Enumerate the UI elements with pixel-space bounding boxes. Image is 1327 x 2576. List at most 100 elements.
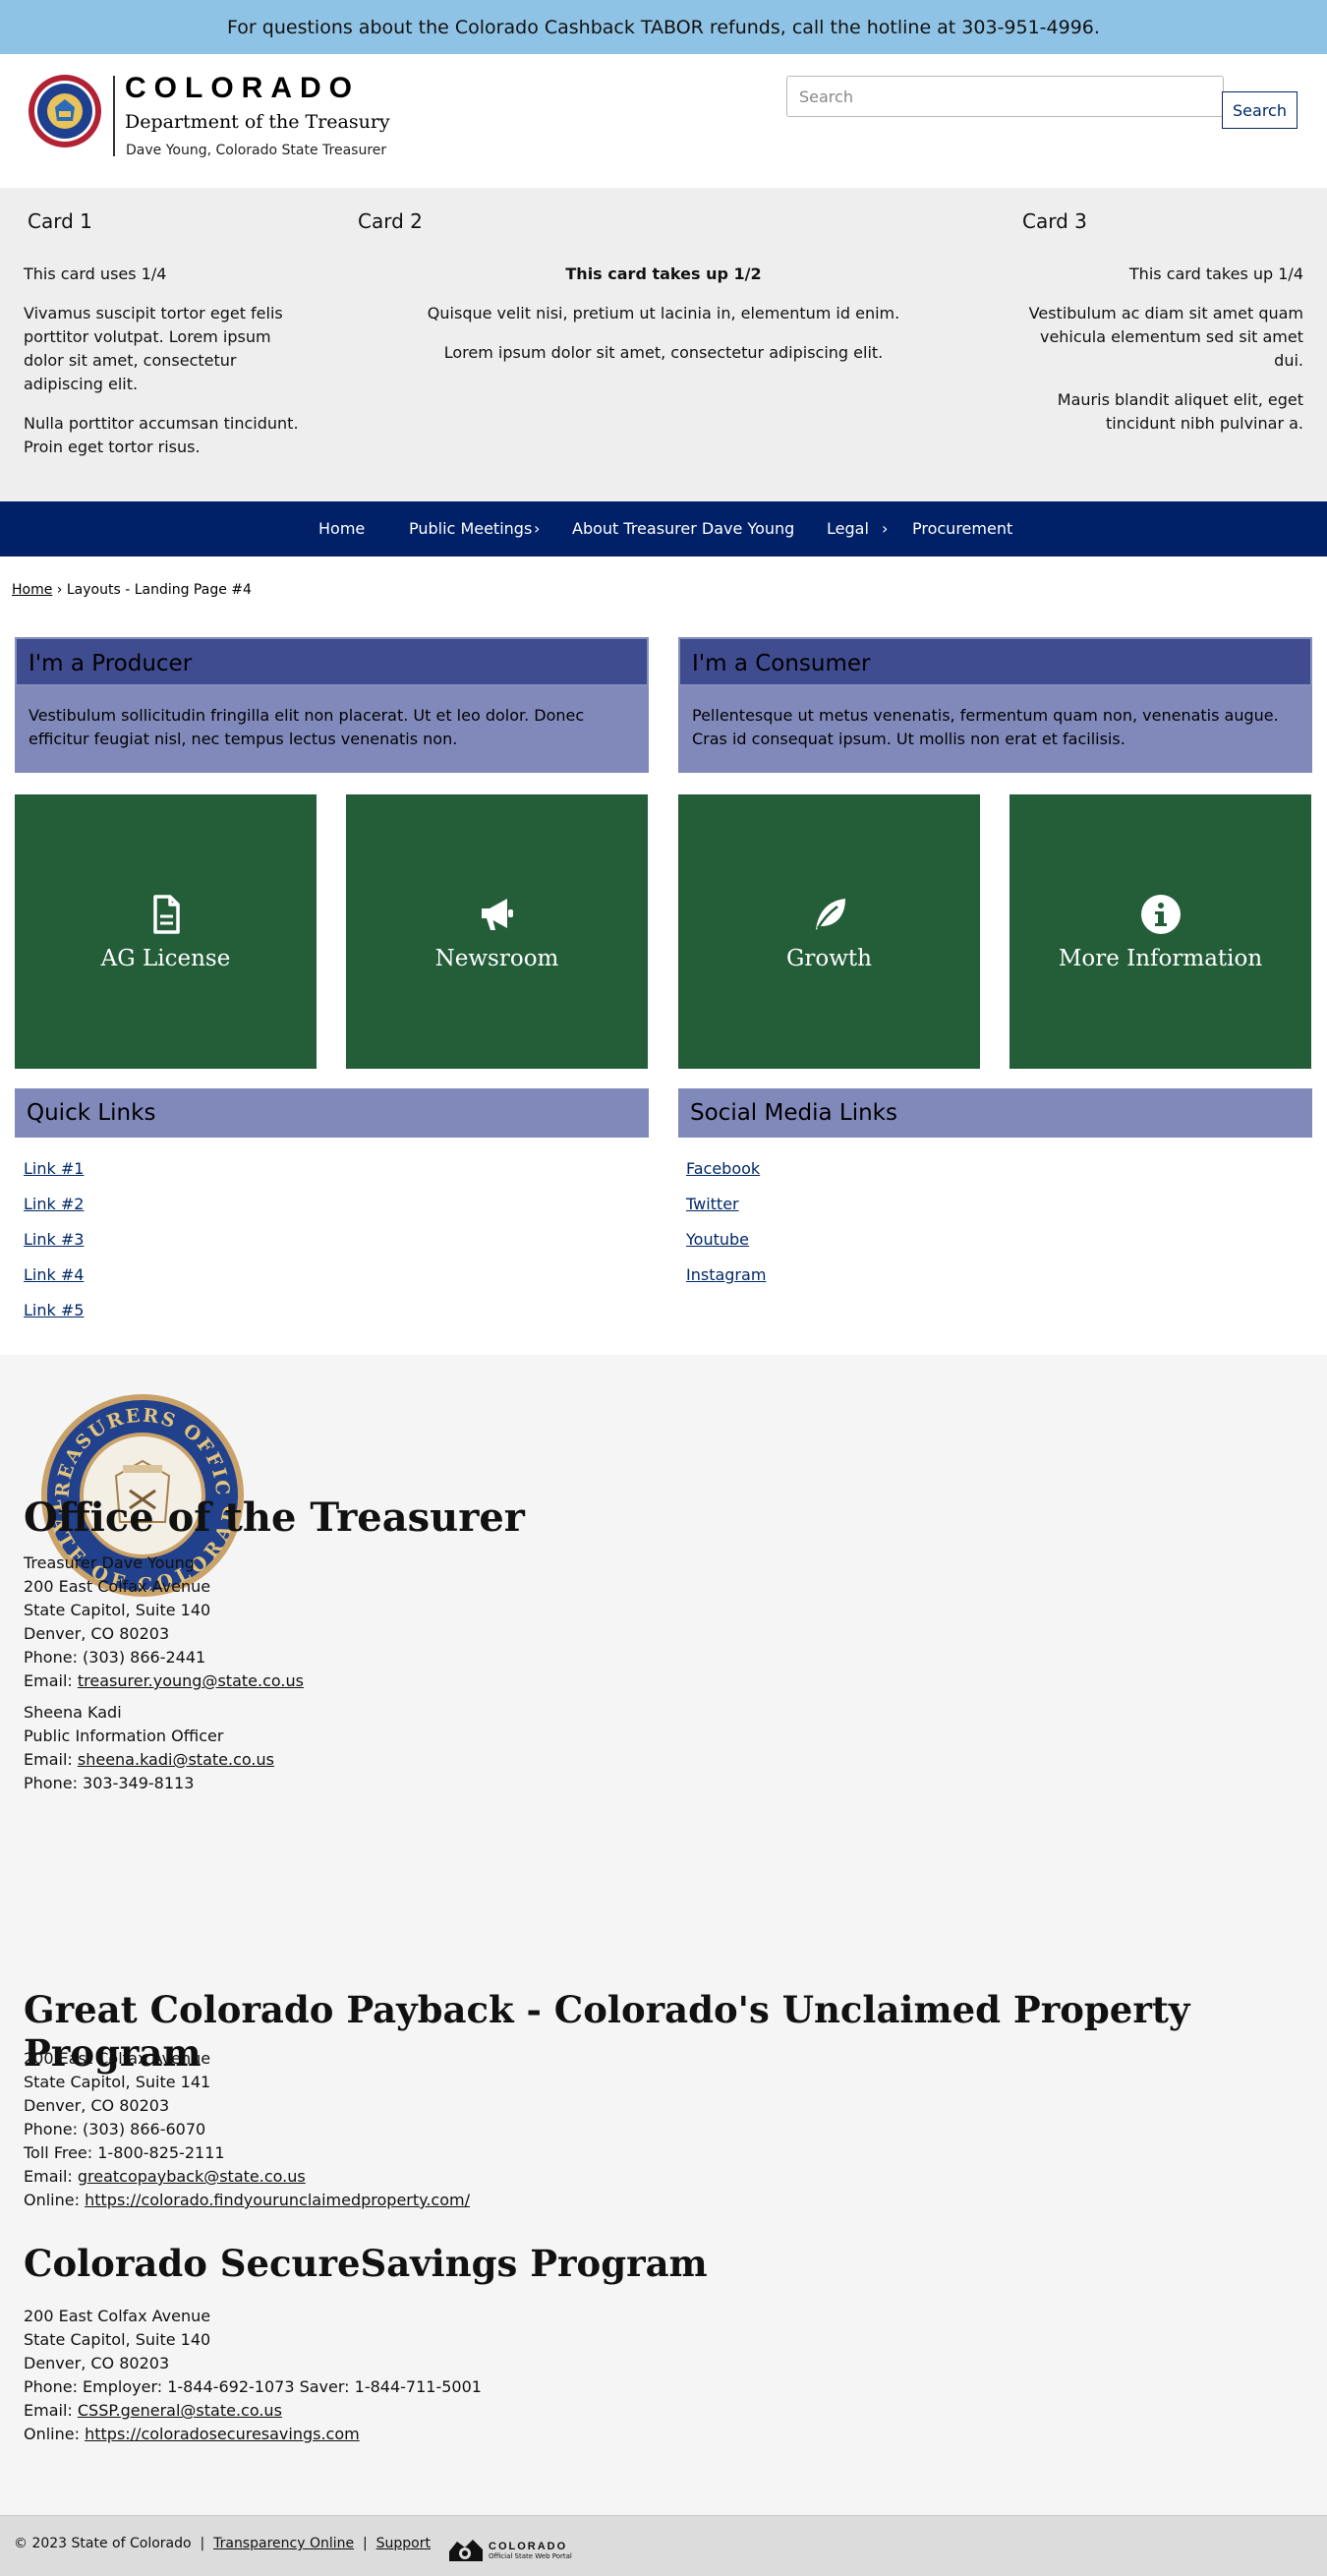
- card-3-para-1: Vestibulum ac diam sit amet quam vehicul…: [1028, 304, 1303, 370]
- breadcrumb-home[interactable]: Home: [12, 582, 52, 598]
- nav-item-legal[interactable]: Legal: [827, 501, 869, 556]
- colorado-c-icon: [449, 2540, 483, 2561]
- phone-line: Phone: (303) 866-6070: [24, 2120, 206, 2138]
- payback-email-link[interactable]: greatcopayback@state.co.us: [78, 2167, 306, 2186]
- card-2-para-2: Lorem ipsum dolor sit amet, consectetur …: [443, 343, 884, 362]
- social-link-youtube[interactable]: Youtube: [686, 1230, 749, 1249]
- producer-body: Vestibulum sollicitudin fringilla elit n…: [15, 686, 649, 773]
- consumer-heading: I'm a Consumer: [678, 637, 1312, 686]
- consumer-body: Pellentesque ut metus venenatis, ferment…: [678, 686, 1312, 773]
- pio-contact: Sheena Kadi Public Information Officer E…: [24, 1701, 274, 1795]
- social-links-list: Facebook Twitter Youtube Instagram: [686, 1159, 766, 1301]
- card-2-para-1: Quisque velit nisi, pretium ut lacinia i…: [427, 304, 900, 322]
- card-3-body: This card takes up 1/4 Vestibulum ac dia…: [1012, 263, 1303, 451]
- site-header: COLORADO Department of the Treasury Dave…: [0, 54, 1327, 188]
- address-line: State Capitol, Suite 140: [24, 1601, 211, 1619]
- pio-email-link[interactable]: sheena.kadi@state.co.us: [78, 1750, 274, 1769]
- state-portal-logo[interactable]: COLORADO Official State Web Portal: [447, 2538, 572, 2563]
- quick-link-2[interactable]: Link #2: [24, 1195, 84, 1213]
- address-line: State Capitol, Suite 140: [24, 2330, 211, 2349]
- chevron-right-icon[interactable]: ›: [882, 501, 888, 556]
- card-3-lead: This card takes up 1/4: [1128, 264, 1303, 283]
- email-label: Email:: [24, 1671, 78, 1690]
- tile-label: Newsroom: [434, 945, 559, 971]
- card-2-body: This card takes up 1/2 Quisque velit nis…: [423, 263, 904, 381]
- card-1-title: Card 1: [28, 209, 92, 233]
- office-address: Treasurer Dave Young 200 East Colfax Ave…: [24, 1551, 304, 1693]
- separator: |: [363, 2536, 368, 2551]
- address-line: Denver, CO 80203: [24, 2354, 170, 2372]
- logo-department[interactable]: Department of the Treasury: [125, 111, 390, 133]
- email-label: Email:: [24, 2167, 78, 2186]
- bottom-links: © 2023 State of Colorado | Transparency …: [14, 2536, 431, 2551]
- card-2-lead: This card takes up 1/2: [565, 264, 762, 283]
- address-line: 200 East Colfax Avenue: [24, 2307, 211, 2325]
- email-label: Email:: [24, 2401, 78, 2420]
- payback-online-link[interactable]: https://colorado.findyourunclaimedproper…: [85, 2191, 470, 2209]
- quick-link-5[interactable]: Link #5: [24, 1301, 84, 1319]
- tile-newsroom[interactable]: Newsroom: [346, 794, 648, 1069]
- breadcrumb: Home › Layouts - Landing Page #4: [12, 582, 252, 598]
- support-link[interactable]: Support: [376, 2536, 431, 2551]
- securesavings-online-link[interactable]: https://coloradosecuresavings.com: [85, 2425, 360, 2443]
- phone-line: Phone: Employer: 1-844-692-1073 Saver: 1…: [24, 2377, 482, 2396]
- quick-link-1[interactable]: Link #1: [24, 1159, 84, 1178]
- contact-name: Sheena Kadi: [24, 1703, 122, 1722]
- tile-growth[interactable]: Growth: [678, 794, 980, 1069]
- securesavings-address: 200 East Colfax Avenue State Capitol, Su…: [24, 2305, 482, 2446]
- breadcrumb-separator: ›: [56, 582, 63, 598]
- tollfree-line: Toll Free: 1-800-825-2111: [24, 2143, 225, 2162]
- tile-label: AG License: [100, 945, 231, 971]
- online-label: Online:: [24, 2191, 86, 2209]
- nav-item-about[interactable]: About Treasurer Dave Young: [572, 501, 794, 556]
- nav-item-public-meetings[interactable]: Public Meetings: [409, 501, 532, 556]
- colorado-seal-icon[interactable]: [28, 74, 102, 148]
- tile-more-information[interactable]: More Information: [1010, 794, 1311, 1069]
- quick-link-3[interactable]: Link #3: [24, 1230, 84, 1249]
- social-links-heading: Social Media Links: [678, 1088, 1312, 1138]
- chevron-right-icon[interactable]: ›: [534, 501, 540, 556]
- securesavings-title: Colorado SecureSavings Program: [24, 2242, 708, 2285]
- search-input[interactable]: [786, 76, 1224, 117]
- logo-title[interactable]: COLORADO: [125, 72, 360, 105]
- separator: |: [200, 2536, 205, 2551]
- online-label: Online:: [24, 2425, 86, 2443]
- portal-logo-title: COLORADO: [489, 2541, 568, 2552]
- tile-ag-license[interactable]: AG License: [15, 794, 317, 1069]
- office-email-link[interactable]: treasurer.young@state.co.us: [78, 1671, 304, 1690]
- contact-phone: Phone: 303-349-8113: [24, 1774, 195, 1792]
- address-line: Treasurer Dave Young: [24, 1553, 195, 1572]
- phone-line: Phone: (303) 866-2441: [24, 1648, 206, 1667]
- main-nav: Home Public Meetings › About Treasurer D…: [0, 501, 1327, 556]
- card-1-para-1: Vivamus suscipit tortor eget felis portt…: [24, 304, 283, 393]
- quick-link-4[interactable]: Link #4: [24, 1265, 84, 1284]
- portal-logo-subtitle: Official State Web Portal: [489, 2552, 572, 2560]
- social-link-facebook[interactable]: Facebook: [686, 1159, 760, 1178]
- tile-label: More Information: [1058, 945, 1263, 971]
- address-line: 200 East Colfax Avenue: [24, 2049, 211, 2068]
- copyright: © 2023 State of Colorado: [14, 2536, 192, 2551]
- nav-item-procurement[interactable]: Procurement: [912, 501, 1012, 556]
- quick-links-list: Link #1 Link #2 Link #3 Link #4 Link #5: [24, 1159, 84, 1336]
- cards-section: Card 1 Card 2 Card 3 This card uses 1/4 …: [0, 188, 1327, 501]
- quick-links-heading: Quick Links: [15, 1088, 649, 1138]
- file-icon: [152, 894, 180, 934]
- breadcrumb-current: Layouts - Landing Page #4: [66, 582, 252, 598]
- alert-banner: For questions about the Colorado Cashbac…: [0, 0, 1327, 54]
- search-button[interactable]: Search: [1222, 91, 1298, 129]
- producer-heading: I'm a Producer: [15, 637, 649, 686]
- card-1-para-2: Nulla porttitor accumsan tincidunt. Proi…: [24, 414, 299, 456]
- nav-item-home[interactable]: Home: [318, 501, 365, 556]
- social-link-twitter[interactable]: Twitter: [686, 1195, 739, 1213]
- securesavings-email-link[interactable]: CSSP.general@state.co.us: [78, 2401, 282, 2420]
- logo-divider: [113, 76, 115, 156]
- card-3-title: Card 3: [1022, 209, 1087, 233]
- info-icon: [1140, 894, 1181, 934]
- card-1-lead: This card uses 1/4: [24, 264, 167, 283]
- tile-label: Growth: [786, 945, 872, 971]
- social-link-instagram[interactable]: Instagram: [686, 1265, 766, 1284]
- card-1-body: This card uses 1/4 Vivamus suscipit tort…: [24, 263, 309, 475]
- leaf-icon: [815, 898, 845, 930]
- transparency-link[interactable]: Transparency Online: [213, 2536, 354, 2551]
- bottom-bar: © 2023 State of Colorado | Transparency …: [0, 2515, 1327, 2576]
